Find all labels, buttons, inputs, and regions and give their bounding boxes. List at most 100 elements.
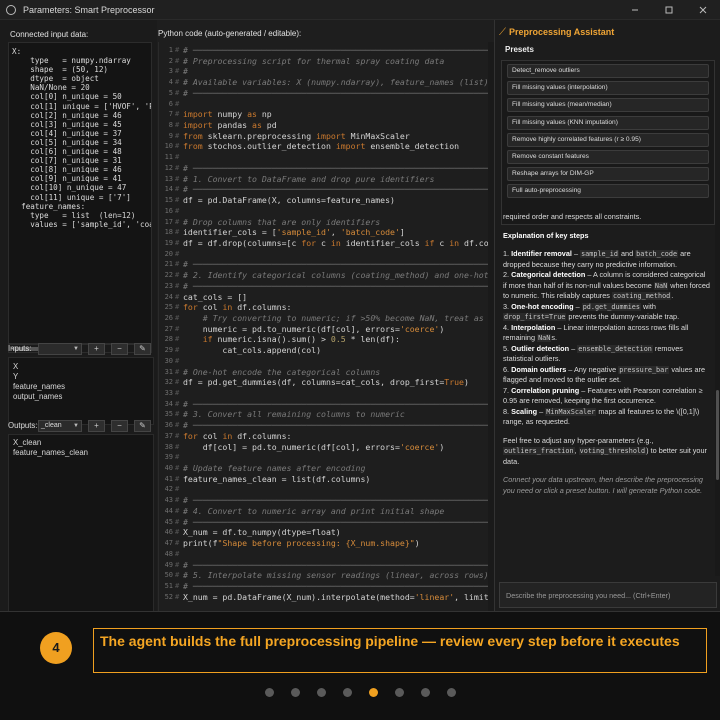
code-line[interactable]: 11 # bbox=[159, 152, 488, 163]
code-line[interactable]: 24 # cat_cols = [] bbox=[159, 292, 488, 303]
outputs-row: Outputs: _clean ▼ + − ✎ bbox=[8, 419, 154, 432]
preset-button[interactable]: Fill missing values (mean/median) bbox=[507, 98, 709, 113]
code-line[interactable]: 21 # # ───────────────────────────────────… bbox=[159, 259, 488, 270]
code-line[interactable]: 6 # bbox=[159, 99, 488, 110]
add-input-button[interactable]: + bbox=[88, 342, 105, 355]
code-line[interactable]: 37 # for col in df.columns: bbox=[159, 431, 488, 442]
code-line[interactable]: 26 # # Try converting to numeric; if >50%… bbox=[159, 313, 488, 324]
maximize-icon[interactable] bbox=[652, 0, 686, 20]
code-line[interactable]: 31 # # One-hot encode the categorical colu… bbox=[159, 367, 488, 378]
code-line[interactable]: 34 # # ───────────────────────────────────… bbox=[159, 399, 488, 410]
preset-button[interactable]: Full auto-preprocessing bbox=[507, 184, 709, 199]
chevron-down-icon: ▼ bbox=[73, 422, 79, 429]
code-editor[interactable]: 1 # # ────────────────────────────────────… bbox=[158, 42, 488, 611]
code-line[interactable]: 50 # # 5. Interpolate missing sensor readi… bbox=[159, 570, 488, 581]
code-line[interactable]: 27 # numeric = pd.to_numeric(df[col], err… bbox=[159, 324, 488, 335]
connected-data-view[interactable]: X: type = numpy.ndarray shape = (50, 12)… bbox=[8, 42, 152, 344]
preset-button[interactable]: Reshape arrays for DIM-GP bbox=[507, 167, 709, 182]
code-line[interactable]: 39 # bbox=[159, 452, 488, 463]
code-line[interactable]: 52 # X_num = pd.DataFrame(X_num).interpola… bbox=[159, 592, 488, 603]
preset-button[interactable]: Remove constant features bbox=[507, 149, 709, 164]
code-line[interactable]: 30 # bbox=[159, 356, 488, 367]
remove-output-button[interactable]: − bbox=[111, 419, 128, 432]
code-line[interactable]: 4 # # Available variables: X (numpy.ndarra… bbox=[159, 77, 488, 88]
code-line[interactable]: 14 # # ───────────────────────────────────… bbox=[159, 184, 488, 195]
pagination-dot[interactable] bbox=[394, 688, 404, 697]
pagination-dot[interactable] bbox=[290, 688, 300, 697]
pagination-dot[interactable] bbox=[264, 688, 274, 697]
code-line[interactable]: 40 # # Update feature names after encoding bbox=[159, 463, 488, 474]
code-line[interactable]: 35 # # 3. Convert all remaining columns to… bbox=[159, 409, 488, 420]
inputs-list: X Yfeature_names output_names bbox=[8, 357, 154, 425]
preset-button[interactable]: Fill missing values (interpolation) bbox=[507, 81, 709, 96]
minimize-icon[interactable] bbox=[618, 0, 652, 20]
inputs-select[interactable]: ▼ bbox=[38, 342, 82, 355]
code-line[interactable]: 29 # cat_cols.append(col) bbox=[159, 345, 488, 356]
code-line[interactable]: 5 # # ────────────────────────────────────… bbox=[159, 88, 488, 99]
pagination-dot[interactable] bbox=[342, 688, 352, 697]
chat-input[interactable]: Describe the preprocessing you need... (… bbox=[499, 582, 717, 608]
code-line[interactable]: 17 # # Drop columns that are only identifi… bbox=[159, 217, 488, 228]
code-line[interactable]: 46 # X_num = df.to_numpy(dtype=float) bbox=[159, 527, 488, 538]
code-line[interactable]: 13 # # 1. Convert to DataFrame and drop pu… bbox=[159, 174, 488, 185]
code-line[interactable]: 15 # df = pd.DataFrame(X, columns=feature_… bbox=[159, 195, 488, 206]
code-line[interactable]: 20 # bbox=[159, 249, 488, 260]
code-line[interactable]: 51 # # ───────────────────────────────────… bbox=[159, 581, 488, 592]
code-line[interactable]: 19 # df = df.drop(columns=[c for c in iden… bbox=[159, 238, 488, 249]
code-line[interactable]: 16 # bbox=[159, 206, 488, 217]
code-line[interactable]: 49 # # ───────────────────────────────────… bbox=[159, 560, 488, 571]
preset-button[interactable]: Fill missing values (KNN imputation) bbox=[507, 115, 709, 130]
code-line[interactable]: 3 # # bbox=[159, 66, 488, 77]
code-line[interactable]: 2 # # Preprocessing script for thermal spr… bbox=[159, 56, 488, 67]
chat-scrollbar[interactable] bbox=[715, 210, 720, 576]
code-line[interactable]: 48 # bbox=[159, 549, 488, 560]
code-line[interactable]: 44 # # 4. Convert to numeric array and pri… bbox=[159, 506, 488, 517]
input-list-item[interactable]: output_names bbox=[9, 392, 155, 402]
code-line[interactable]: 8 # import pandas as pd bbox=[159, 120, 488, 131]
code-line[interactable]: 42 # bbox=[159, 484, 488, 495]
code-line[interactable]: 7 # import numpy as np bbox=[159, 109, 488, 120]
code-line[interactable]: 41 # feature_names_clean = list(df.columns… bbox=[159, 474, 488, 485]
pagination-dot[interactable] bbox=[420, 688, 430, 697]
code-line[interactable]: 9 # from sklearn.preprocessing import MinM… bbox=[159, 131, 488, 142]
presets-box: Detect_remove outliers Fill missing value… bbox=[501, 60, 715, 225]
pagination-dot[interactable] bbox=[316, 688, 326, 697]
code-line[interactable]: 25 # for col in df.columns: bbox=[159, 302, 488, 313]
line-number: 8 bbox=[168, 121, 173, 130]
output-list-item[interactable]: feature_names_clean bbox=[9, 448, 155, 458]
add-output-button[interactable]: + bbox=[88, 419, 105, 432]
code-line[interactable]: 12 # # ───────────────────────────────────… bbox=[159, 163, 488, 174]
explanation-step: 3. One-hot encoding – pd.get_dummies wit… bbox=[503, 301, 680, 321]
caption-box: The agent builds the full preprocessing … bbox=[93, 628, 707, 673]
code-line[interactable]: 36 # # ───────────────────────────────────… bbox=[159, 420, 488, 431]
pagination-dot[interactable] bbox=[368, 688, 378, 697]
preset-button[interactable]: Detect_remove outliers bbox=[507, 64, 709, 78]
preset-button[interactable]: Remove highly correlated features (r ≥ 0… bbox=[507, 132, 709, 147]
code-line[interactable]: 38 # df[col] = pd.to_numeric(df[col], err… bbox=[159, 442, 488, 453]
edit-output-button[interactable]: ✎ bbox=[134, 419, 151, 432]
code-line[interactable]: 23 # # ───────────────────────────────────… bbox=[159, 281, 488, 292]
code-line[interactable]: 18 # identifier_cols = ['sample_id', 'batc… bbox=[159, 227, 488, 238]
input-list-item[interactable]: Y bbox=[9, 372, 155, 382]
code-line[interactable]: 28 # if numeric.isna().sum() > 0.5 * len(… bbox=[159, 334, 488, 345]
pagination-dot[interactable] bbox=[446, 688, 456, 697]
pencil-icon: ⟋ bbox=[499, 26, 506, 38]
code-line[interactable]: 1 # # ────────────────────────────────────… bbox=[159, 45, 488, 56]
edit-input-button[interactable]: ✎ bbox=[134, 342, 151, 355]
input-list-item[interactable]: X bbox=[9, 362, 155, 372]
close-icon[interactable] bbox=[686, 0, 720, 20]
left-panel: Connected input data: X: type = numpy.nd… bbox=[0, 20, 157, 611]
code-line[interactable]: 10 # from stochos.outlier_detection import… bbox=[159, 141, 488, 152]
code-line[interactable]: 45 # # ───────────────────────────────────… bbox=[159, 517, 488, 528]
input-list-item[interactable]: feature_names bbox=[9, 382, 155, 392]
chat-scroll-thumb[interactable] bbox=[716, 390, 719, 480]
remove-input-button[interactable]: − bbox=[111, 342, 128, 355]
code-line[interactable]: 47 # print(f"Shape before processing: {X_n… bbox=[159, 538, 488, 549]
code-line[interactable]: 32 # df = pd.get_dummies(df, columns=cat_c… bbox=[159, 377, 488, 388]
code-line[interactable]: 22 # # 2. Identify categorical columns (co… bbox=[159, 270, 488, 281]
code-line[interactable]: 33 # bbox=[159, 388, 488, 399]
outputs-select[interactable]: _clean ▼ bbox=[38, 419, 82, 432]
output-list-item[interactable]: X_clean bbox=[9, 438, 155, 448]
code-line[interactable]: 43 # # ───────────────────────────────────… bbox=[159, 495, 488, 506]
line-number: 34 bbox=[164, 399, 173, 408]
